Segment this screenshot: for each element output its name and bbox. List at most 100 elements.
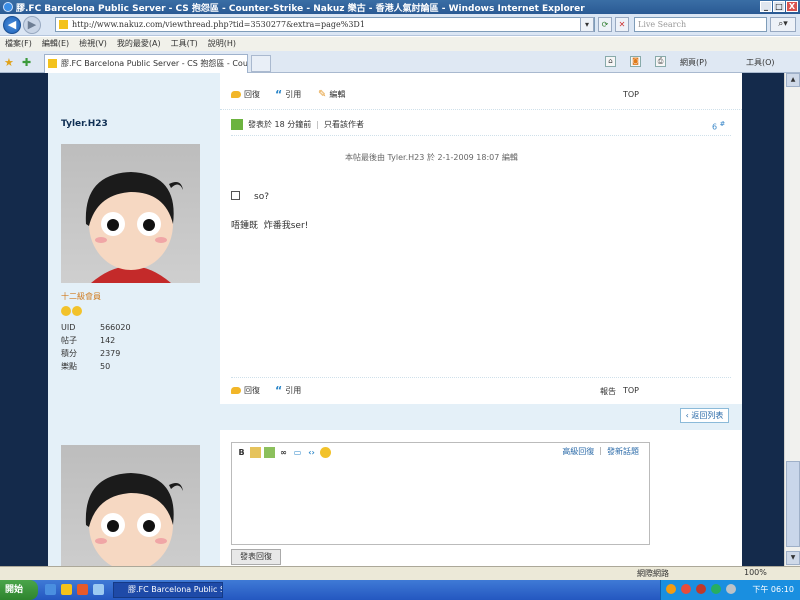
editor-toolbar: B ∞ ▭ ‹› xyxy=(236,447,331,458)
new-tab-button[interactable] xyxy=(251,55,271,72)
post-line-2: 唔鍾既 炸番我ser! xyxy=(231,221,309,231)
thread-footer-bar xyxy=(48,404,742,430)
window-title: 膠.FC Barcelona Public Server - CS 抱怨區 - … xyxy=(16,3,585,14)
menu-view[interactable]: 檢視(V) xyxy=(79,37,107,51)
menu-edit[interactable]: 編輯(E) xyxy=(42,37,69,51)
scroll-thumb[interactable] xyxy=(786,461,800,547)
divider xyxy=(220,109,742,110)
forward-button[interactable]: ▶ xyxy=(23,16,41,34)
refresh-icon[interactable]: ⟳ xyxy=(598,17,612,32)
menu-help[interactable]: 說明(H) xyxy=(208,37,236,51)
url-field[interactable]: http://www.nakuz.com/viewthread.php?tid=… xyxy=(55,17,595,32)
color-icon[interactable] xyxy=(250,447,261,458)
menu-favorites[interactable]: 我的最愛(A) xyxy=(117,37,161,51)
avatar[interactable] xyxy=(61,144,200,283)
zoom-level[interactable]: 100% xyxy=(744,568,767,577)
print-icon[interactable]: ⎙ xyxy=(655,56,666,67)
report-link[interactable]: 報告 xyxy=(600,386,616,397)
code-icon[interactable]: ‹› xyxy=(306,447,317,458)
maximize-button[interactable]: □ xyxy=(773,1,785,12)
scroll-down-icon[interactable]: ▼ xyxy=(786,551,800,565)
search-icon[interactable]: ⌕▾ xyxy=(770,17,796,32)
quote-action-prev[interactable]: “ 引用 xyxy=(275,89,301,100)
live-search-input[interactable]: Live Search xyxy=(634,17,767,32)
forum-content: 回復 “ 引用 ✎ 編輯 TOP Tyler.H23 十二級會員 UID 566… xyxy=(48,73,742,566)
image-icon xyxy=(231,191,240,200)
quicklaunch-media-icon[interactable] xyxy=(77,584,88,595)
top-link-prev[interactable]: TOP xyxy=(623,90,639,99)
pencil-icon: ✎ xyxy=(318,89,327,100)
quote-icon: “ xyxy=(275,383,283,397)
add-favorite-icon[interactable]: ✚ xyxy=(22,56,31,69)
quote-action[interactable]: “ 引用 xyxy=(275,385,301,396)
post-line-1: so? xyxy=(231,191,269,202)
home-icon[interactable]: ⌂ xyxy=(605,56,616,67)
site-favicon xyxy=(59,20,68,29)
advanced-reply-link[interactable]: 高級回復 xyxy=(562,446,594,457)
quick-reply-editor[interactable]: B ∞ ▭ ‹› 高級回復 | 發新話題 xyxy=(231,442,650,545)
reply-icon xyxy=(231,91,241,98)
start-button[interactable]: 開始 xyxy=(0,580,38,600)
quicklaunch-folder-icon[interactable] xyxy=(61,584,72,595)
url-text: http://www.nakuz.com/viewthread.php?tid=… xyxy=(72,20,365,29)
tray-icon[interactable] xyxy=(666,584,676,594)
page-menu[interactable]: 網頁(P) xyxy=(680,55,707,70)
zone-label: 網際網路 xyxy=(637,569,669,578)
back-to-list-button[interactable]: ‹ 返回列表 xyxy=(680,408,729,423)
floor-number[interactable]: 6 # xyxy=(712,120,725,132)
tab-bar: ★ ✚ 膠.FC Barcelona Public Server - CS 抱怨… xyxy=(0,51,800,73)
tray-icon[interactable] xyxy=(681,584,691,594)
top-link[interactable]: TOP xyxy=(623,386,639,395)
smiley-icon[interactable] xyxy=(320,447,331,458)
stop-icon[interactable]: ✕ xyxy=(615,17,629,32)
new-topic-link[interactable]: 發新話題 xyxy=(607,446,639,457)
divider xyxy=(231,135,731,136)
post-time: 發表於 18 分鐘前 xyxy=(248,120,312,129)
favorites-star-icon[interactable]: ★ xyxy=(4,56,14,69)
author-only-link[interactable]: 只看該作者 xyxy=(324,119,364,130)
tab-current[interactable]: 膠.FC Barcelona Public Server - CS 抱怨區 - … xyxy=(44,54,248,73)
minimize-button[interactable]: _ xyxy=(760,1,772,12)
close-button[interactable]: X xyxy=(786,1,798,12)
quicklaunch-ie-icon[interactable] xyxy=(45,584,56,595)
username[interactable]: Tyler.H23 xyxy=(61,119,108,129)
reply-avatar xyxy=(61,445,200,566)
volume-icon[interactable] xyxy=(726,584,736,594)
reply-action[interactable]: 回復 xyxy=(231,385,260,396)
feeds-icon[interactable]: ◙ xyxy=(630,56,641,67)
divider xyxy=(231,377,731,378)
rank-stars-icon xyxy=(61,306,82,316)
clock[interactable]: 下午 06:10 xyxy=(752,584,794,595)
quote-icon: “ xyxy=(275,87,283,101)
url-dropdown-icon[interactable]: ▾ xyxy=(580,17,594,32)
taskbar-window-button[interactable]: 膠.FC Barcelona Public S... xyxy=(113,582,223,598)
vertical-scrollbar[interactable]: ▲ ▼ xyxy=(784,73,800,566)
tools-menu[interactable]: 工具(O) xyxy=(746,55,775,70)
tray-icon[interactable] xyxy=(696,584,706,594)
tab-favicon xyxy=(48,59,57,68)
menu-tools[interactable]: 工具(T) xyxy=(171,37,198,51)
status-bar: 網際網路 100% xyxy=(0,566,800,580)
back-button[interactable]: ◀ xyxy=(3,16,21,34)
tab-label: 膠.FC Barcelona Public Server - CS 抱怨區 - … xyxy=(61,59,248,68)
link-icon[interactable]: ∞ xyxy=(278,447,289,458)
edit-action-prev[interactable]: ✎ 編輯 xyxy=(318,89,345,100)
window-titlebar: 膠.FC Barcelona Public Server - CS 抱怨區 - … xyxy=(0,0,800,14)
quicklaunch-desktop-icon[interactable] xyxy=(93,584,104,595)
address-bar: ◀ ▶ http://www.nakuz.com/viewthread.php?… xyxy=(0,14,800,36)
web-page: 回復 “ 引用 ✎ 編輯 TOP Tyler.H23 十二級會員 UID 566… xyxy=(0,73,784,566)
ie-icon xyxy=(3,2,13,12)
quote-icon[interactable]: ▭ xyxy=(292,447,303,458)
tray-icon[interactable] xyxy=(711,584,721,594)
system-tray: 下午 06:10 xyxy=(660,580,800,600)
reply-icon xyxy=(231,387,241,394)
submit-reply-button[interactable]: 發表回復 xyxy=(231,549,281,565)
scroll-up-icon[interactable]: ▲ xyxy=(786,73,800,87)
user-icon xyxy=(231,119,243,130)
bold-button[interactable]: B xyxy=(236,447,247,458)
post-header: 發表於 18 分鐘前 | 只看該作者 xyxy=(231,119,364,130)
edit-note: 本帖最後由 Tyler.H23 於 2-1-2009 18:07 編輯 xyxy=(345,153,518,162)
image-icon[interactable] xyxy=(264,447,275,458)
menu-file[interactable]: 檔案(F) xyxy=(5,37,32,51)
reply-action-prev[interactable]: 回復 xyxy=(231,89,260,100)
